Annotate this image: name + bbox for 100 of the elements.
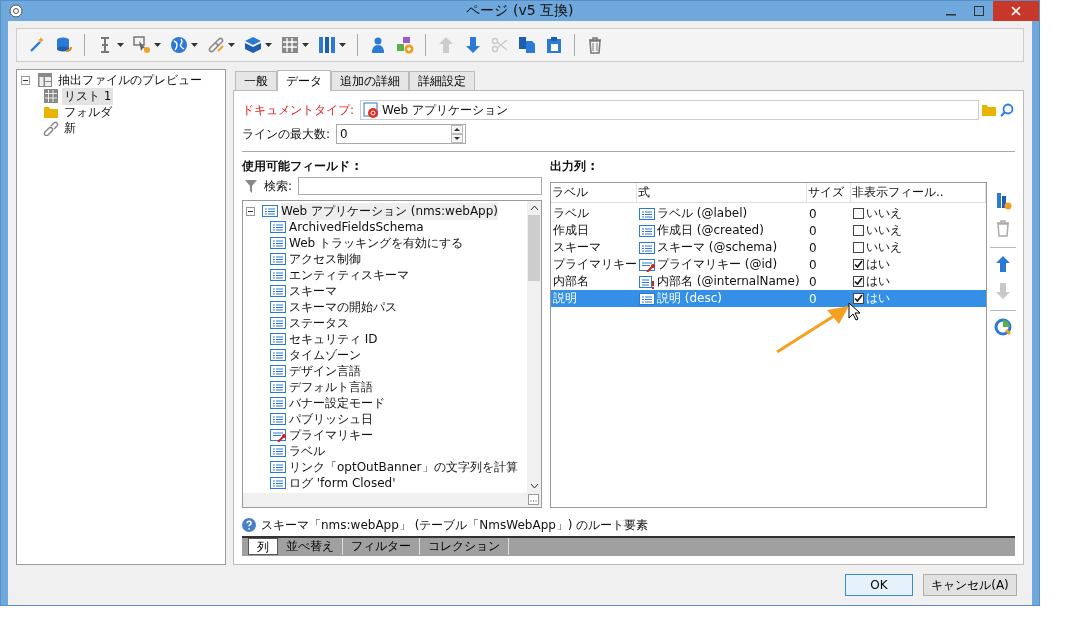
column-header[interactable]: サイズ bbox=[807, 183, 851, 202]
table-cell: いいえ bbox=[866, 222, 902, 239]
tree-item[interactable]: デフォルト言語 bbox=[289, 378, 373, 396]
tree-item[interactable]: 新 bbox=[62, 119, 78, 137]
tree-item[interactable]: ラベル bbox=[289, 442, 325, 460]
db-icon bbox=[55, 36, 73, 54]
checkbox[interactable] bbox=[853, 242, 864, 253]
list-icon bbox=[270, 460, 286, 474]
table-cell: いいえ bbox=[866, 205, 902, 222]
key-field-icon bbox=[639, 257, 655, 272]
column-header[interactable]: 非表示フィール.. bbox=[851, 183, 986, 202]
scroll-up-icon[interactable] bbox=[529, 205, 539, 211]
tree-item[interactable]: タイムゾーン bbox=[289, 346, 361, 364]
toolbar-button[interactable] bbox=[130, 34, 164, 56]
tree-item[interactable]: パブリッシュ日 bbox=[289, 410, 373, 428]
tree-item[interactable]: Web トラッキングを有効にする bbox=[289, 234, 463, 252]
table-cell-text: 0 bbox=[808, 240, 818, 255]
tree-item[interactable]: リスト 1 bbox=[62, 87, 114, 105]
tree-item[interactable]: プライマリキー bbox=[289, 426, 373, 444]
scroll-down-icon[interactable] bbox=[529, 483, 539, 489]
table-cell: ラベル (@label) bbox=[657, 205, 748, 222]
list-icon bbox=[262, 204, 278, 218]
required-field-icon bbox=[639, 274, 655, 289]
grid-row[interactable]: スキーマ スキーマ (@schema) 0 いいえ bbox=[551, 239, 986, 256]
collapse-icon[interactable] bbox=[246, 206, 255, 216]
tree-item[interactable]: リンク「optOutBanner」の文字列を計算 bbox=[289, 458, 518, 476]
caret-icon bbox=[191, 43, 198, 47]
document-type-label: ドキュメントタイプ: bbox=[242, 101, 356, 119]
list-icon bbox=[270, 236, 286, 250]
caret-icon bbox=[302, 43, 309, 47]
tree-item[interactable]: バナー設定モード bbox=[289, 394, 385, 412]
close-button[interactable] bbox=[993, 1, 1039, 21]
spin-buttons-icon[interactable] bbox=[451, 125, 464, 143]
tab[interactable]: 詳細設定 bbox=[409, 71, 475, 90]
pie-icon bbox=[994, 318, 1012, 336]
table-cell: はい bbox=[866, 273, 890, 290]
tab[interactable]: データ bbox=[277, 70, 331, 91]
tree-item[interactable]: ArchivedFieldsSchema bbox=[289, 220, 424, 234]
tree-item[interactable]: デザイン言語 bbox=[289, 362, 361, 380]
tree-item[interactable]: ステータス bbox=[289, 314, 349, 332]
caret-icon bbox=[339, 43, 346, 47]
search-icon[interactable] bbox=[999, 102, 1015, 118]
available-fields-heading: 使用可能フィールド : bbox=[242, 158, 360, 174]
grid-row[interactable]: 作成日 作成日 (@created) 0 いいえ bbox=[551, 222, 986, 239]
tree-item[interactable]: Web アプリケーション (nms:webApp) bbox=[281, 202, 498, 220]
app-icon bbox=[9, 4, 23, 18]
more-icon[interactable] bbox=[528, 494, 539, 505]
box-icon bbox=[244, 36, 262, 54]
tree-item[interactable]: スキーマ bbox=[289, 282, 337, 300]
grid-row[interactable]: 内部名 内部名 (@internalName) 0 はい bbox=[551, 273, 986, 290]
output-columns-heading: 出力列 : bbox=[550, 158, 596, 174]
tab[interactable]: 追加の詳細 bbox=[331, 71, 409, 90]
tree-item[interactable]: スキーマの開始パス bbox=[289, 298, 397, 316]
checkbox[interactable] bbox=[853, 259, 864, 270]
checkbox[interactable] bbox=[853, 208, 864, 219]
cursor-icon bbox=[133, 36, 151, 54]
column-header[interactable]: ラベル bbox=[551, 183, 637, 202]
document-type-value: Web アプリケーション bbox=[382, 101, 509, 119]
caret-icon bbox=[117, 43, 124, 47]
trash-icon bbox=[994, 219, 1012, 237]
add-column-icon bbox=[994, 192, 1012, 210]
tab[interactable]: 列 bbox=[248, 538, 278, 555]
table-cell: 作成日 (@created) bbox=[657, 222, 764, 239]
list-icon bbox=[639, 240, 655, 255]
search-field[interactable] bbox=[298, 177, 542, 195]
close-icon bbox=[1011, 6, 1021, 16]
tab[interactable]: フィルター bbox=[343, 538, 420, 555]
tree-item[interactable]: 抽出ファイルのプレビュー bbox=[56, 71, 204, 89]
column-header[interactable]: 式 bbox=[637, 183, 807, 202]
tree-item[interactable]: セキュリティ ID bbox=[289, 330, 378, 348]
checkbox[interactable] bbox=[853, 225, 864, 236]
ok-button[interactable]: OK bbox=[845, 574, 913, 596]
list-icon bbox=[270, 332, 286, 346]
cancel-button[interactable]: キャンセル(A) bbox=[923, 574, 1017, 596]
max-lines-field[interactable]: 0 bbox=[336, 124, 467, 144]
tab[interactable]: コレクション bbox=[420, 538, 509, 555]
checkbox[interactable] bbox=[853, 276, 864, 287]
tree-item[interactable]: ログ 'form Closed' bbox=[289, 474, 396, 492]
checkbox[interactable] bbox=[853, 293, 864, 304]
tree-item[interactable]: アクセス制御 bbox=[289, 250, 361, 268]
tab[interactable]: 並べ替え bbox=[278, 538, 343, 555]
table-icon bbox=[43, 88, 59, 104]
table-cell: 内部名 (@internalName) bbox=[657, 273, 800, 290]
help-icon bbox=[242, 518, 256, 532]
table-cell-text: 0 bbox=[808, 257, 818, 272]
status-text: スキーマ「nms:webApp」 (テーブル「NmsWebApp」) のルート要素 bbox=[261, 516, 649, 534]
grid-row[interactable]: プライマリキー プライマリキー (@id) 0 はい bbox=[551, 256, 986, 273]
tree-item[interactable]: フォルダ bbox=[62, 103, 114, 121]
list-icon bbox=[270, 348, 286, 362]
web-app-icon bbox=[363, 102, 380, 118]
tree-item[interactable]: エンティティスキーマ bbox=[289, 266, 409, 284]
grid-row[interactable]: ラベル ラベル (@label) 0 いいえ bbox=[551, 205, 986, 222]
scroll-thumb[interactable] bbox=[528, 215, 540, 281]
filter-icon bbox=[244, 178, 258, 194]
document-type-field[interactable]: Web アプリケーション bbox=[360, 100, 979, 120]
collapse-icon[interactable] bbox=[21, 75, 30, 85]
table-cell: はい bbox=[866, 290, 890, 307]
tab[interactable]: 一般 bbox=[235, 71, 277, 90]
down-icon bbox=[464, 36, 482, 54]
paste-icon bbox=[545, 36, 563, 54]
